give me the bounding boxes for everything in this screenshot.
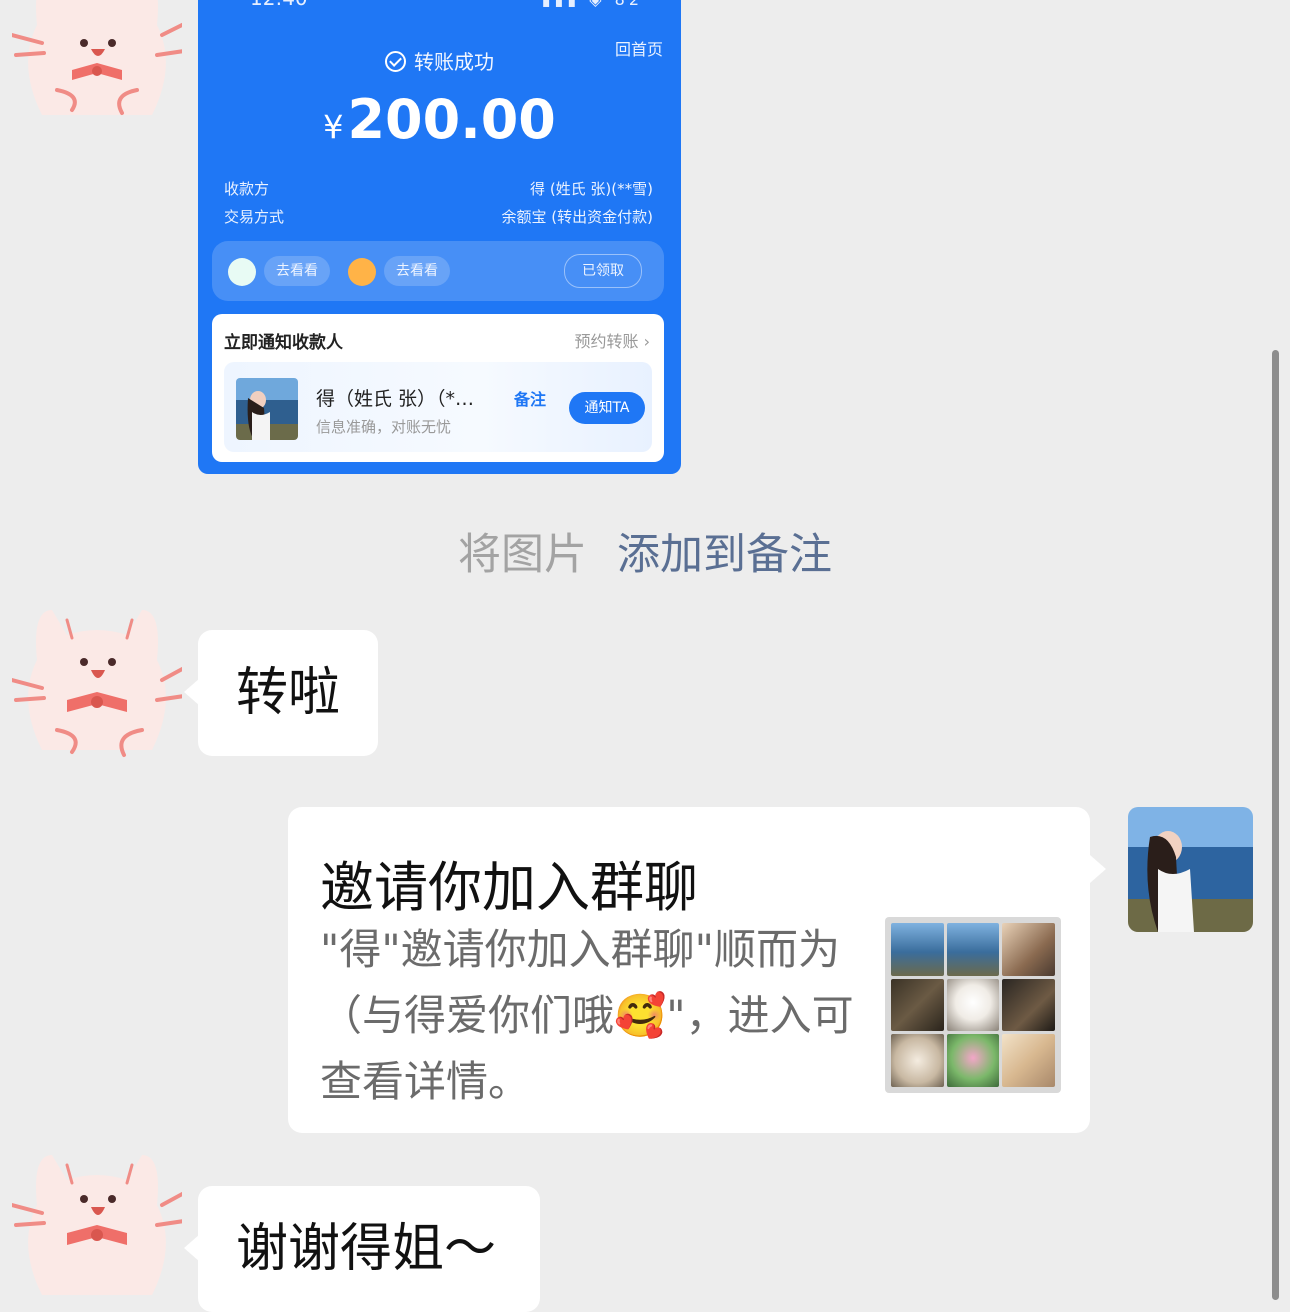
- method-label: 交易方式: [224, 208, 285, 226]
- notify-payee-card: 立即通知收款人 预约转账 › 得（姓氏 张）（*… 备注 信息准确，对账无忧 通…: [212, 314, 664, 462]
- payee-photo: [236, 378, 298, 440]
- self-avatar[interactable]: [1128, 807, 1253, 932]
- contact-avatar-cat[interactable]: [12, 0, 182, 125]
- payee-label: 收款方: [224, 180, 270, 198]
- message-text: 转啦: [236, 663, 341, 723]
- cat-avatar-icon: [12, 1155, 182, 1295]
- group-member-photo: [946, 1034, 1000, 1087]
- promo-pill-1: 去看看: [264, 256, 330, 286]
- cat-avatar-icon: [12, 610, 182, 757]
- system-tip: 将图片 添加到备注: [0, 520, 1290, 582]
- transfer-success-row: 转账成功: [198, 46, 681, 75]
- method-value: 余额宝 (转出资金付款): [501, 208, 653, 226]
- chevron-right-icon: ›: [643, 332, 650, 351]
- contact-avatar-cat[interactable]: [12, 590, 182, 760]
- group-member-photo: [891, 923, 944, 976]
- group-invite-card[interactable]: 邀请你加入群聊 "得"邀请你加入群聊"顺而为（与得爱你们哦🥰"，进入可查看详情。: [288, 807, 1106, 1133]
- success-text: 转账成功: [414, 50, 494, 74]
- contact-avatar-cat[interactable]: [12, 1135, 182, 1305]
- remark-link: 备注: [514, 390, 547, 409]
- payee-photo-image: [236, 378, 298, 440]
- promo-pill-2: 去看看: [384, 256, 450, 286]
- invite-description: "得"邀请你加入群聊"顺而为（与得爱你们哦🥰"，进入可查看详情。: [320, 925, 854, 1106]
- payee-name: 得（姓氏 张）（*…: [316, 388, 475, 410]
- payee-subtext: 信息准确，对账无忧: [316, 418, 452, 436]
- cat-avatar-icon: [12, 0, 182, 115]
- home-link: 回首页: [614, 40, 663, 59]
- schedule-link-text: 预约转账: [574, 332, 639, 351]
- group-member-photo: [1002, 923, 1055, 976]
- amount-value: 200.00: [347, 88, 556, 151]
- status-icons: ▮▮▮ ◈ 82: [542, 0, 643, 9]
- notify-title: 立即通知收款人: [224, 333, 343, 353]
- coupon-app-icon: [348, 258, 376, 286]
- status-time: 12:40: [250, 0, 308, 10]
- group-member-photo: [1002, 1034, 1055, 1087]
- message-text: 谢谢得姐～: [236, 1219, 497, 1279]
- group-member-photo: [946, 978, 1000, 1032]
- payee-box: 得（姓氏 张）（*… 备注 信息准确，对账无忧 通知TA: [224, 362, 652, 452]
- tip-text: 将图片: [458, 530, 587, 580]
- message-bubble[interactable]: 转啦: [184, 630, 378, 756]
- transfer-amount: ¥200.00: [198, 88, 681, 151]
- message-bubble[interactable]: 谢谢得姐～: [184, 1186, 540, 1312]
- transfer-screenshot-image[interactable]: 12:40 ▮▮▮ ◈ 82 转账成功 回首页 ¥200.00 收款方 得 (姓…: [198, 0, 681, 474]
- currency-symbol: ¥: [323, 108, 344, 146]
- add-to-remark-link[interactable]: 添加到备注: [617, 530, 832, 580]
- group-member-photo: [1002, 978, 1055, 1032]
- promo-bar: 去看看 去看看 已领取: [212, 241, 664, 301]
- scrollbar[interactable]: [1272, 350, 1279, 1300]
- group-member-photo: [891, 1034, 944, 1087]
- group-member-photo: [891, 978, 944, 1032]
- schedule-transfer-link: 预约转账 ›: [574, 328, 650, 352]
- group-avatar-grid: [885, 917, 1061, 1093]
- check-circle-icon: [385, 51, 406, 72]
- invite-title: 邀请你加入群聊: [320, 856, 698, 919]
- self-avatar-photo: [1128, 807, 1253, 932]
- claimed-pill: 已领取: [564, 254, 642, 288]
- payee-value: 得 (姓氏 张)(**雪): [530, 180, 653, 198]
- video-app-icon: [228, 258, 256, 286]
- group-member-photo: [946, 923, 1000, 976]
- notify-button: 通知TA: [569, 392, 645, 424]
